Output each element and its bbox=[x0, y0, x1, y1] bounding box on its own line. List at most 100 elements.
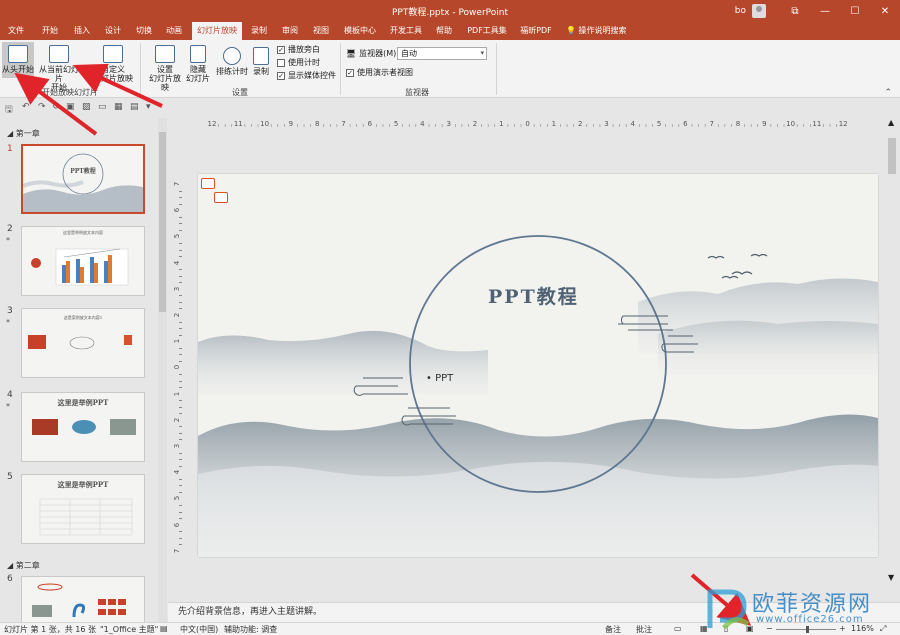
avatar[interactable] bbox=[752, 4, 766, 18]
tab-transitions[interactable]: 切换 bbox=[132, 22, 156, 40]
tab-review[interactable]: 审阅 bbox=[278, 22, 302, 40]
checkbox-show-media[interactable]: ✓ bbox=[277, 71, 285, 80]
thumb-1-art bbox=[23, 153, 143, 212]
spellcheck-icon[interactable]: ▤ bbox=[160, 624, 168, 633]
slide-bullet[interactable]: • PPT bbox=[426, 373, 453, 384]
tab-template-center[interactable]: 模板中心 bbox=[340, 22, 380, 40]
setup-slideshow-button[interactable]: 设置 幻灯片放映 bbox=[146, 42, 184, 92]
rehearse-timings-button[interactable]: 排练计时 bbox=[216, 44, 248, 84]
scroll-down-icon[interactable]: ▼ bbox=[888, 573, 894, 582]
picture-icon[interactable]: ▨ bbox=[82, 102, 91, 112]
custom-slideshow-button[interactable]: 自定义 幻灯片放映 bbox=[90, 42, 136, 86]
vruler-tick bbox=[179, 406, 182, 408]
editor-scroll-thumb[interactable] bbox=[888, 138, 896, 174]
zoom-level[interactable]: 116% bbox=[851, 624, 874, 633]
tab-foxit-pdf[interactable]: 福昕PDF bbox=[516, 22, 556, 40]
separator bbox=[140, 43, 141, 95]
fit-to-window-icon[interactable]: ⤢ bbox=[880, 624, 886, 634]
comment-icon[interactable] bbox=[214, 192, 228, 203]
repeat-icon[interactable]: ↻ bbox=[52, 102, 60, 112]
presenter-view-checkbox[interactable]: ✓ 使用演示者视图 bbox=[346, 67, 413, 78]
ribbon-display-icon[interactable]: ⧉ bbox=[780, 0, 810, 22]
slide-thumbnail-4[interactable]: 这里是举例PPT bbox=[21, 392, 145, 462]
notes-pane[interactable]: 先介绍背景信息，再进入主题讲解。 bbox=[168, 602, 900, 622]
notes-toggle[interactable]: 备注 bbox=[605, 624, 621, 635]
tell-me-search[interactable]: 💡 操作说明搜索 bbox=[566, 22, 627, 40]
vruler-tick-label: 6 bbox=[173, 522, 182, 527]
slide-thumbnail-1[interactable]: PPT教程 bbox=[21, 144, 145, 214]
tab-view[interactable]: 视图 bbox=[309, 22, 333, 40]
save-icon[interactable]: 🖫 bbox=[5, 102, 13, 118]
play-narrations-checkbox[interactable]: ✓ 播放旁白 bbox=[277, 44, 320, 55]
maximize-button[interactable]: ☐ bbox=[840, 0, 870, 22]
slideshow-view-icon[interactable]: ▣ bbox=[746, 624, 754, 633]
slide-thumbnail-6[interactable] bbox=[21, 576, 145, 622]
tab-design[interactable]: 设计 bbox=[101, 22, 125, 40]
slide-sorter-icon[interactable]: ▦ bbox=[700, 624, 708, 633]
textbox-icon[interactable]: ▤ bbox=[130, 102, 139, 112]
scroll-up-icon[interactable]: ▲ bbox=[888, 118, 894, 127]
monitor-select[interactable]: 自动 bbox=[397, 47, 487, 60]
slide-thumbnail-5[interactable]: 这里是举例PPT bbox=[21, 474, 145, 544]
tab-animations[interactable]: 动画 bbox=[162, 22, 186, 40]
show-media-controls-checkbox[interactable]: ✓ 显示媒体控件 bbox=[277, 70, 336, 81]
record-button[interactable]: 录制 bbox=[250, 44, 272, 84]
language-status[interactable]: 中文(中国) bbox=[180, 624, 218, 635]
use-timings-checkbox[interactable]: 使用计时 bbox=[277, 57, 320, 68]
customize-qat-icon[interactable]: ▾ bbox=[146, 102, 151, 112]
ruler-tick-label: 4 bbox=[630, 120, 636, 128]
slide-title[interactable]: PPT教程 bbox=[488, 282, 579, 309]
ruler-tick-label: 2 bbox=[577, 120, 583, 128]
comment-icon[interactable] bbox=[201, 178, 215, 189]
thumbnail-scrollbar[interactable] bbox=[158, 118, 167, 622]
slideshow-icon[interactable]: ▣ bbox=[66, 102, 75, 112]
monitor-label-row: 🖥 监视器(M): bbox=[346, 48, 399, 59]
accessibility-status[interactable]: 辅助功能: 调查 bbox=[224, 624, 277, 635]
vruler-tick bbox=[179, 426, 182, 428]
checkbox-use-timings[interactable] bbox=[277, 58, 285, 67]
normal-view-icon[interactable]: ▭ bbox=[674, 624, 682, 633]
custom-label-1: 自定义 bbox=[101, 65, 125, 74]
tab-file[interactable]: 文件 bbox=[4, 22, 28, 40]
zoom-out-icon[interactable]: − bbox=[766, 624, 773, 633]
close-button[interactable]: ✕ bbox=[870, 0, 900, 22]
thumb-number: 3 bbox=[7, 306, 13, 316]
checkbox-play-narrations[interactable]: ✓ bbox=[277, 45, 285, 54]
zoom-slider-thumb[interactable] bbox=[806, 626, 809, 633]
tab-home[interactable]: 开始 bbox=[38, 22, 62, 40]
reading-view-icon[interactable]: ▯ bbox=[724, 624, 728, 633]
tab-record[interactable]: 录制 bbox=[248, 22, 270, 40]
tab-developer[interactable]: 开发工具 bbox=[388, 22, 424, 40]
tab-pdf-tools[interactable]: PDF工具集 bbox=[465, 22, 509, 40]
checkbox-presenter-view[interactable]: ✓ bbox=[346, 68, 354, 77]
section-title-2[interactable]: ◢ 第二章 bbox=[7, 560, 40, 571]
minimize-button[interactable]: — bbox=[810, 0, 840, 22]
comments-toggle[interactable]: 批注 bbox=[636, 624, 652, 635]
section-title-1[interactable]: ◢ 第一章 bbox=[7, 128, 40, 139]
ruler-tick-label: 7 bbox=[341, 120, 346, 128]
user-name[interactable]: bo bbox=[735, 6, 746, 16]
ruler-tick-label: 2 bbox=[472, 120, 478, 128]
hide-slide-button[interactable]: 隐藏 幻灯片 bbox=[186, 42, 210, 86]
zoom-in-icon[interactable]: + bbox=[839, 624, 846, 633]
vruler-tick bbox=[179, 308, 182, 310]
thumbnail-scroll-thumb[interactable] bbox=[159, 132, 166, 312]
undo-icon[interactable]: ↶ bbox=[22, 102, 30, 112]
from-current-button[interactable]: 从当前幻灯片 开始 bbox=[36, 42, 82, 92]
slide-thumbnail-2[interactable]: 这里是举例放文本内容 bbox=[21, 226, 145, 296]
shape-icon[interactable]: ▭ bbox=[98, 102, 107, 112]
editor-scrollbar[interactable]: ▲ ▼ bbox=[886, 118, 898, 602]
from-beginning-button[interactable]: 从头开始 bbox=[2, 42, 34, 78]
vruler-tick-label: 1 bbox=[173, 391, 182, 396]
tab-slideshow[interactable]: 幻灯片放映 bbox=[192, 22, 242, 40]
slideshow-current-icon bbox=[49, 45, 69, 63]
slide-thumbnail-3[interactable]: 这是案例放文本内容1 bbox=[21, 308, 145, 378]
collapse-ribbon-icon[interactable]: ⌃ bbox=[884, 88, 892, 98]
ruler-tick-label: 11 bbox=[812, 120, 822, 128]
presenter-view-label: 使用演示者视图 bbox=[357, 68, 413, 77]
tab-insert[interactable]: 插入 bbox=[70, 22, 94, 40]
tab-help[interactable]: 帮助 bbox=[432, 22, 456, 40]
table-icon[interactable]: ▦ bbox=[114, 102, 123, 112]
slide-canvas[interactable]: PPT教程 • PPT bbox=[198, 174, 878, 557]
redo-icon[interactable]: ↷ bbox=[38, 102, 46, 112]
